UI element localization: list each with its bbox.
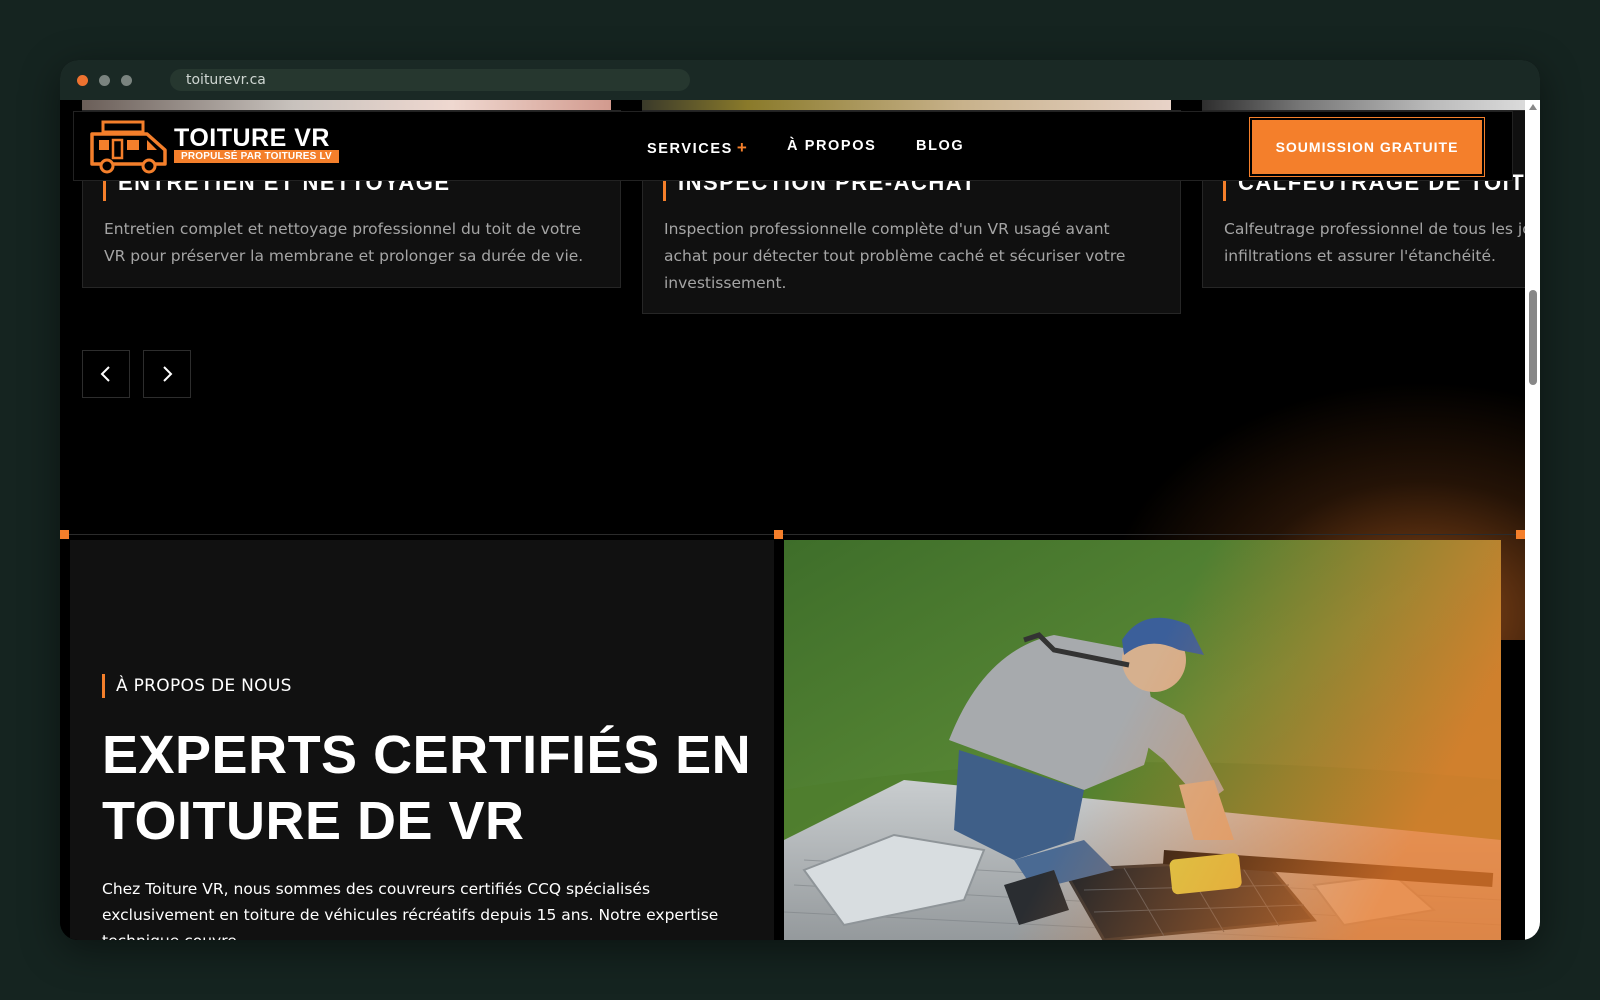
site-header: TOITURE VR PROPULSÉ PAR TOITURES LV SERV… [73, 111, 1513, 181]
browser-chrome: toiturevr.ca [60, 60, 1540, 100]
card-photo-entretien [82, 100, 611, 110]
scroll-thumb[interactable] [1529, 290, 1537, 385]
logo-subtitle: PROPULSÉ PAR TOITURES LV [174, 150, 339, 163]
roofer-photo [784, 540, 1501, 940]
chevron-right-icon [163, 366, 173, 382]
address-bar[interactable]: toiturevr.ca [170, 69, 690, 91]
chevron-left-icon [100, 366, 110, 382]
free-quote-button[interactable]: SOUMISSION GRATUITE [1249, 117, 1485, 177]
plus-icon: + [736, 138, 749, 157]
nav-blog[interactable]: BLOG [916, 138, 964, 154]
card-text: Calfeutrage professionnel de tous les jo… [1224, 220, 1525, 265]
about-title: EXPERTS CERTIFIÉS EN TOITURE DE VR [102, 725, 752, 851]
card-text: Entretien complet et nettoyage professio… [104, 220, 584, 265]
maximize-window-dot[interactable] [121, 75, 132, 86]
rv-logo-icon[interactable] [89, 120, 169, 174]
section-divider [60, 534, 1525, 535]
about-text: Chez Toiture VR, nous sommes des couvreu… [102, 880, 719, 940]
card-text: Inspection professionnelle complète d'un… [664, 220, 1126, 292]
browser-window: toiturevr.ca ENTRETIEN ET NETTOYAGE Entr… [60, 60, 1540, 940]
page-viewport: ENTRETIEN ET NETTOYAGE Entretien complet… [60, 100, 1525, 940]
divider-marker [1516, 530, 1525, 539]
close-window-dot[interactable] [77, 75, 88, 86]
minimize-window-dot[interactable] [99, 75, 110, 86]
scroll-up-arrow-icon[interactable] [1529, 104, 1537, 110]
nav-about[interactable]: À PROPOS [787, 138, 876, 154]
carousel-prev-button[interactable] [82, 350, 130, 398]
about-panel: À PROPOS DE NOUS EXPERTS CERTIFIÉS EN TO… [70, 540, 774, 940]
roofer-cleaning-solar-panel-image [784, 540, 1501, 940]
divider-marker [774, 530, 783, 539]
divider-marker [60, 530, 69, 539]
logo-title[interactable]: TOITURE VR [174, 124, 330, 153]
carousel-next-button[interactable] [143, 350, 191, 398]
nav-services-label: SERVICES [647, 141, 733, 157]
card-photo-inspection [642, 100, 1171, 110]
page-scrollbar[interactable] [1525, 100, 1540, 940]
nav-services[interactable]: SERVICES + [647, 138, 748, 158]
about-tag: À PROPOS DE NOUS [102, 674, 292, 698]
